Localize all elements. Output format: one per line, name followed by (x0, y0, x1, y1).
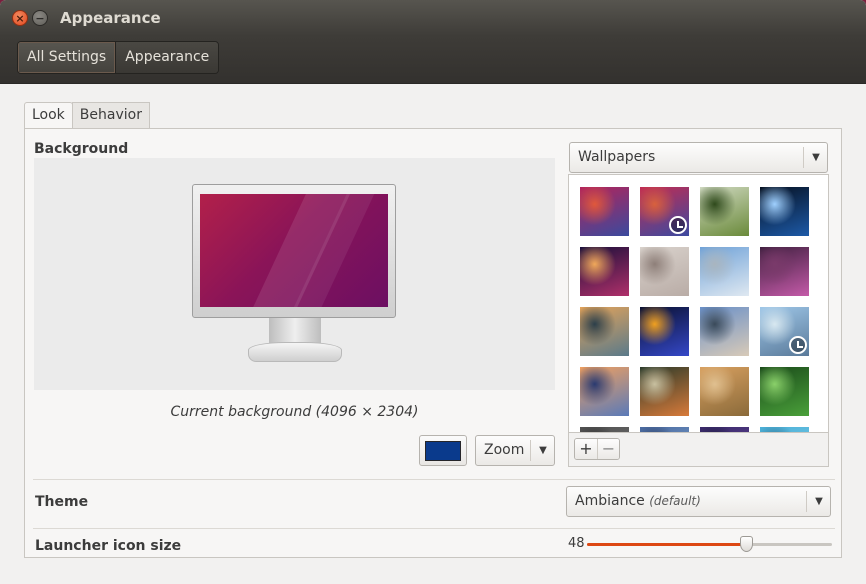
launcher-icon-size-slider[interactable] (587, 536, 832, 552)
add-remove-buttons: + − (574, 438, 620, 460)
minimize-window-button[interactable]: − (32, 10, 48, 26)
wallpaper-toolbar: + − (568, 433, 829, 467)
wallpaper-thumbnail[interactable] (760, 187, 809, 236)
wallpaper-thumbnail[interactable] (580, 247, 629, 296)
wallpaper-thumbnail[interactable] (580, 187, 629, 236)
chevron-down-icon: ▼ (812, 152, 820, 163)
monitor-illustration (192, 184, 396, 366)
wallpaper-grid[interactable] (568, 174, 829, 433)
wallpapers-dropdown-value: Wallpapers (578, 149, 656, 165)
remove-wallpaper-button[interactable]: − (597, 439, 619, 459)
all-settings-button[interactable]: All Settings (18, 42, 117, 73)
wallpaper-thumbnail[interactable] (760, 307, 809, 356)
chevron-down-icon: ▼ (815, 496, 823, 507)
background-preview (34, 158, 555, 390)
wallpaper-thumbnail[interactable] (580, 367, 629, 416)
breadcrumb-appearance[interactable]: Appearance (116, 42, 219, 73)
wallpaper-thumbnail[interactable] (640, 247, 689, 296)
wallpaper-thumbnail[interactable] (700, 187, 749, 236)
monitor-bezel (192, 184, 396, 318)
monitor-foot (248, 342, 342, 362)
wallpaper-thumbnail[interactable] (700, 307, 749, 356)
tab-bar: Look Behavior (24, 102, 150, 130)
slider-fill (587, 543, 747, 546)
background-label: Background (34, 141, 129, 157)
title-bar: × − Appearance (0, 0, 866, 36)
look-page: Background Current background (4096 × 23… (24, 128, 842, 558)
chevron-down-icon: ▼ (539, 445, 547, 456)
wallpaper-thumbnail[interactable] (760, 247, 809, 296)
tab-look[interactable]: Look (24, 102, 73, 130)
close-window-button[interactable]: × (12, 10, 28, 26)
section-divider (33, 528, 835, 529)
clock-icon (789, 336, 807, 354)
section-divider (33, 479, 835, 480)
zoom-dropdown-value: Zoom (484, 442, 525, 458)
slider-handle[interactable] (740, 536, 754, 552)
theme-default-note: (default) (649, 494, 701, 508)
monitor-screen (200, 194, 388, 307)
wallpaper-thumbnail[interactable] (580, 307, 629, 356)
breadcrumb: All Settings Appearance (17, 41, 220, 74)
wallpaper-thumbnail[interactable] (640, 307, 689, 356)
wallpaper-thumbnail[interactable] (640, 187, 689, 236)
wallpaper-thumbnail[interactable] (640, 367, 689, 416)
theme-name: Ambiance (575, 493, 645, 509)
theme-dropdown[interactable]: Ambiance (default) ▼ (566, 486, 831, 517)
add-wallpaper-button[interactable]: + (575, 439, 597, 459)
tab-behavior[interactable]: Behavior (71, 102, 150, 129)
toolbar: All Settings Appearance (0, 36, 866, 84)
zoom-dropdown[interactable]: Zoom ▼ (475, 435, 555, 466)
theme-dropdown-value: Ambiance (default) (575, 493, 701, 509)
appearance-window: × − Appearance All Settings Appearance L… (0, 0, 866, 584)
current-background-caption: Current background (4096 × 2304) (170, 404, 419, 420)
launcher-icon-size-label: Launcher icon size (35, 538, 182, 554)
clock-icon (669, 216, 687, 234)
wallpaper-thumbnail[interactable] (760, 367, 809, 416)
launcher-icon-size-value: 48 (568, 536, 585, 551)
color-swatch (425, 440, 461, 461)
theme-label: Theme (35, 494, 89, 510)
background-color-button[interactable] (419, 435, 467, 466)
wallpaper-thumbnail[interactable] (700, 247, 749, 296)
wallpaper-thumbnail[interactable] (700, 367, 749, 416)
window-title: Appearance (60, 9, 161, 27)
wallpapers-dropdown[interactable]: Wallpapers ▼ (569, 142, 828, 173)
